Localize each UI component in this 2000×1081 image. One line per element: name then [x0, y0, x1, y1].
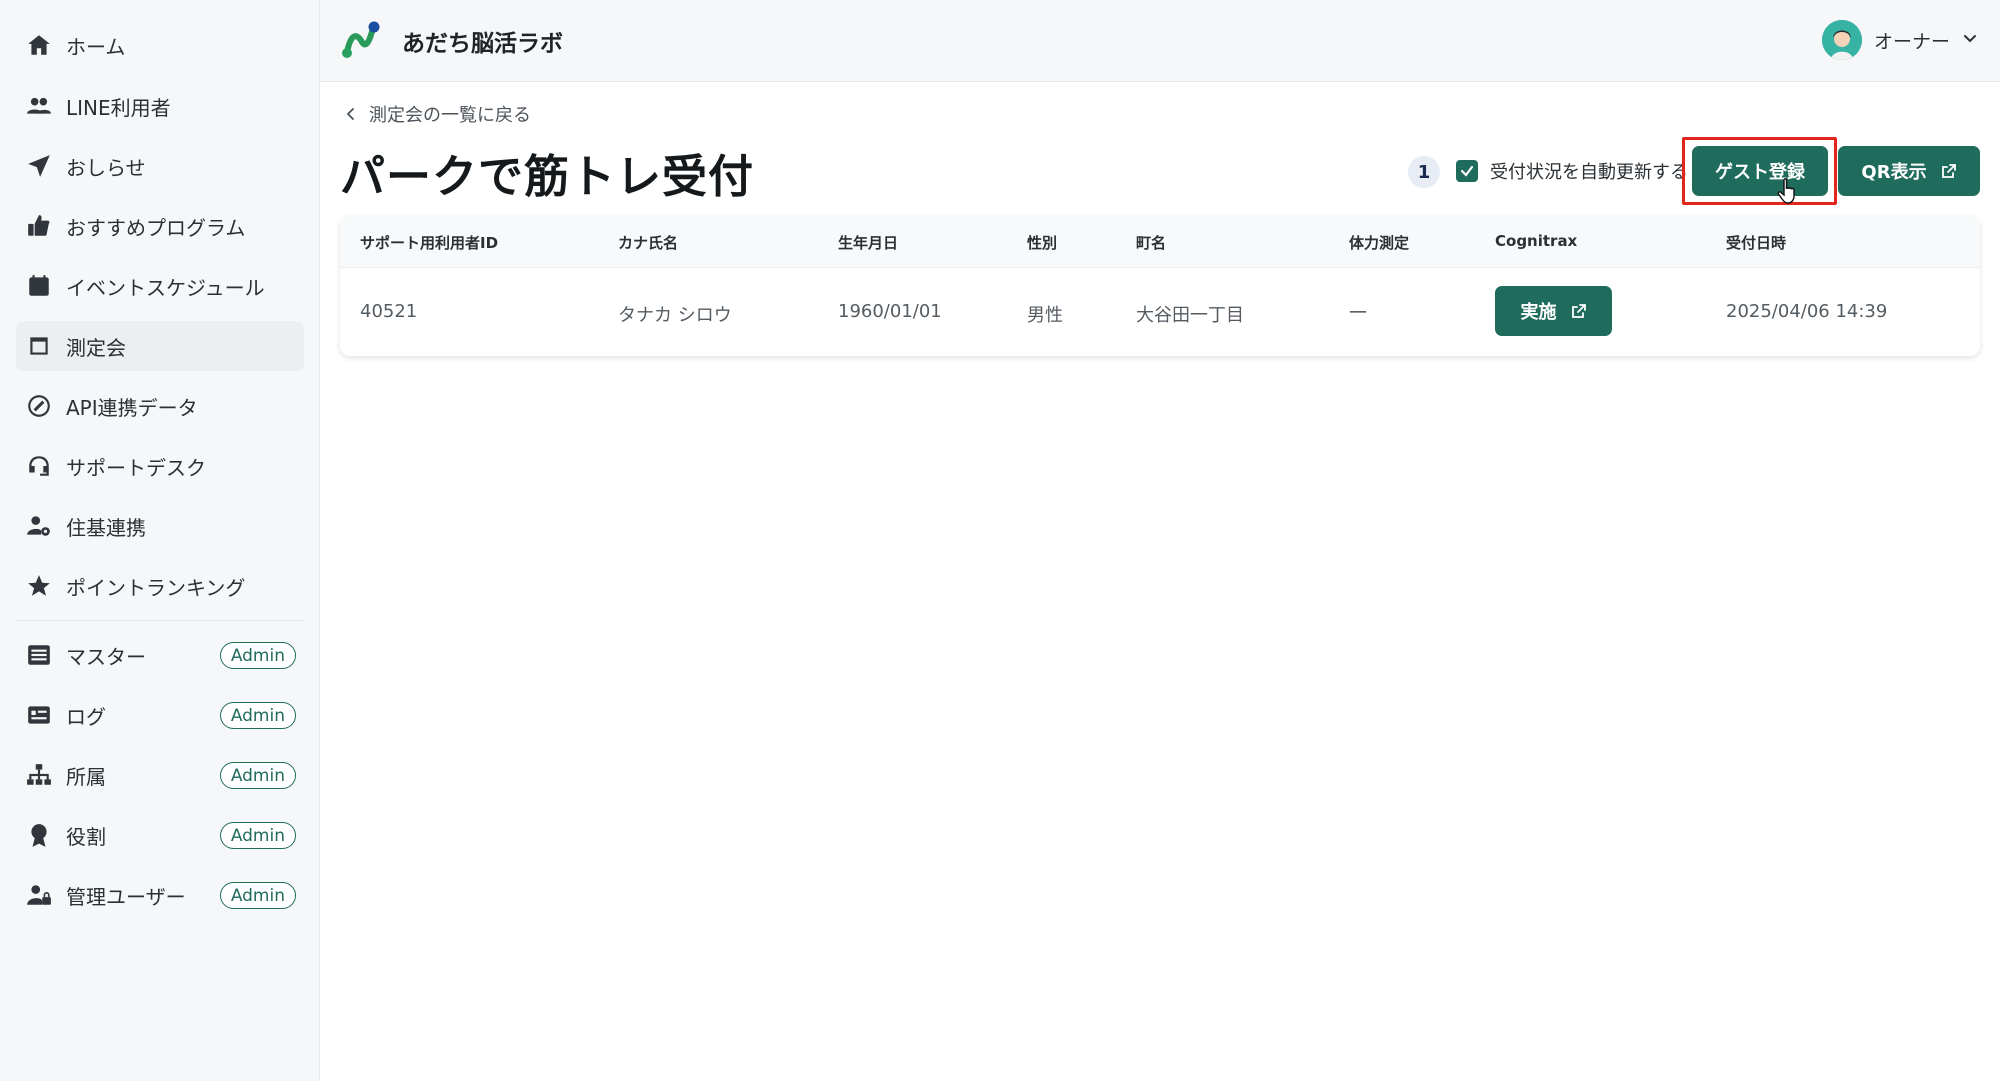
sidebar-item-log[interactable]: ログ Admin	[16, 690, 304, 740]
count-badge: 1	[1408, 156, 1440, 188]
cell-fitness: —	[1349, 301, 1367, 322]
user-menu[interactable]: オーナー	[1821, 20, 1978, 60]
cell-received-at: 2025/04/06 14:39	[1726, 301, 1888, 322]
star-icon	[24, 571, 54, 601]
sidebar-item-point-ranking[interactable]: ポイントランキング	[16, 561, 304, 611]
cell-id: 40521	[360, 301, 418, 322]
column-header: カナ氏名	[618, 234, 679, 252]
sidebar-item-measurement[interactable]: 測定会	[16, 321, 304, 371]
users-icon	[24, 91, 54, 121]
chevron-down-icon	[1962, 30, 1978, 50]
sidebar-item-support-desk[interactable]: サポートデスク	[16, 441, 304, 491]
cell-gender: 男性	[1027, 305, 1063, 326]
sidebar-item-label: おすすめプログラム	[66, 215, 246, 240]
cell-kana-name: タナカ シロウ	[618, 305, 732, 326]
page-title: パークで筋トレ受付	[340, 150, 755, 203]
back-link-label: 測定会の一覧に戻る	[369, 105, 531, 126]
external-link-icon	[1941, 164, 1956, 178]
sidebar-item-label: マスター	[66, 644, 146, 669]
app-logo-icon[interactable]	[340, 18, 384, 62]
sidebar-item-event-schedule[interactable]: イベントスケジュール	[16, 261, 304, 311]
sidebar-item-label: おしらせ	[66, 155, 146, 180]
column-header: 町名	[1136, 234, 1167, 252]
app-title: あだち脳活ラボ	[402, 31, 563, 57]
sidebar-item-admin-users[interactable]: 管理ユーザー Admin	[16, 870, 304, 920]
column-header: 受付日時	[1726, 234, 1787, 252]
sidebar-item-label: LINE利用者	[66, 95, 171, 120]
sidebar-divider	[16, 620, 304, 621]
auto-refresh-checkbox[interactable]: 受付状況を自動更新する	[1456, 158, 1688, 184]
back-link[interactable]: 測定会の一覧に戻る	[343, 101, 531, 127]
home-icon	[24, 30, 54, 60]
sidebar-item-role[interactable]: 役割 Admin	[16, 810, 304, 860]
user-name: オーナー	[1873, 30, 1950, 53]
column-header: サポート用利用者ID	[360, 234, 499, 252]
guest-register-button[interactable]: ゲスト登録	[1692, 146, 1828, 196]
thumbs-up-icon	[24, 211, 54, 241]
admin-badge: Admin	[219, 822, 296, 849]
database-icon	[24, 640, 54, 670]
sidebar-item-label: ログ	[66, 704, 106, 729]
table-header: サポート用利用者ID カナ氏名 生年月日 性別 町名 体力測定 Cognitra…	[340, 216, 1980, 268]
checkbox-checked[interactable]	[1456, 160, 1478, 182]
sidebar-item-label: ホーム	[66, 34, 126, 59]
sidebar-item-label: ポイントランキング	[66, 575, 246, 600]
calendar-icon	[24, 271, 54, 301]
log-icon	[24, 700, 54, 730]
reception-table: サポート用利用者ID カナ氏名 生年月日 性別 町名 体力測定 Cognitra…	[340, 216, 1980, 356]
avatar	[1821, 20, 1862, 60]
measure-icon	[24, 331, 54, 361]
sidebar-item-master[interactable]: マスター Admin	[16, 630, 304, 680]
user-gear-icon	[24, 511, 54, 541]
sidebar-item-line-users[interactable]: LINE利用者	[16, 81, 304, 131]
cell-town: 大谷田一丁目	[1136, 305, 1244, 326]
auto-refresh-label: 受付状況を自動更新する	[1490, 162, 1688, 183]
column-header: 性別	[1027, 234, 1058, 252]
cognitrax-execute-label: 実施	[1520, 302, 1557, 323]
sidebar-item-notices[interactable]: おしらせ	[16, 141, 304, 191]
sidebar-item-api-data[interactable]: API連携データ	[16, 381, 304, 431]
qr-display-label: QR表示	[1861, 162, 1927, 183]
sidebar-item-label: サポートデスク	[66, 455, 206, 480]
admin-badge: Admin	[219, 762, 296, 789]
hand-cursor-icon	[1777, 178, 1795, 204]
sidebar-item-home[interactable]: ホーム	[16, 20, 304, 70]
chevron-left-icon	[346, 108, 354, 120]
award-icon	[24, 820, 54, 850]
admin-badge: Admin	[219, 642, 296, 669]
column-header: 体力測定	[1349, 234, 1410, 252]
org-chart-icon	[24, 760, 54, 790]
top-header: あだち脳活ラボ オーナー	[320, 0, 2000, 82]
sidebar-item-label: API連携データ	[66, 395, 198, 420]
sidebar-item-label: 住基連携	[66, 515, 146, 540]
admin-badge: Admin	[219, 882, 296, 909]
sidebar-item-label: 測定会	[66, 335, 126, 360]
sidebar: ホーム LINE利用者 おしらせ おすすめプログラム イベントスケジュール 測定…	[0, 0, 320, 1081]
sidebar-item-affiliation[interactable]: 所属 Admin	[16, 750, 304, 800]
sidebar-item-label: 役割	[66, 824, 106, 849]
column-header: Cognitrax	[1495, 232, 1578, 250]
admin-badge: Admin	[219, 702, 296, 729]
sidebar-item-label: イベントスケジュール	[66, 275, 265, 300]
headset-icon	[24, 451, 54, 481]
send-icon	[24, 151, 54, 181]
admin-user-icon	[24, 880, 54, 910]
sidebar-item-programs[interactable]: おすすめプログラム	[16, 201, 304, 251]
sidebar-item-juki-link[interactable]: 住基連携	[16, 501, 304, 551]
qr-display-button[interactable]: QR表示	[1838, 146, 1980, 196]
api-icon	[24, 391, 54, 421]
sidebar-item-label: 管理ユーザー	[66, 884, 186, 909]
cell-birth-date: 1960/01/01	[838, 301, 942, 322]
sidebar-item-label: 所属	[66, 764, 106, 789]
column-header: 生年月日	[838, 234, 899, 252]
external-link-icon	[1571, 304, 1586, 318]
check-icon	[1460, 165, 1474, 177]
cognitrax-execute-button[interactable]: 実施	[1495, 286, 1612, 336]
